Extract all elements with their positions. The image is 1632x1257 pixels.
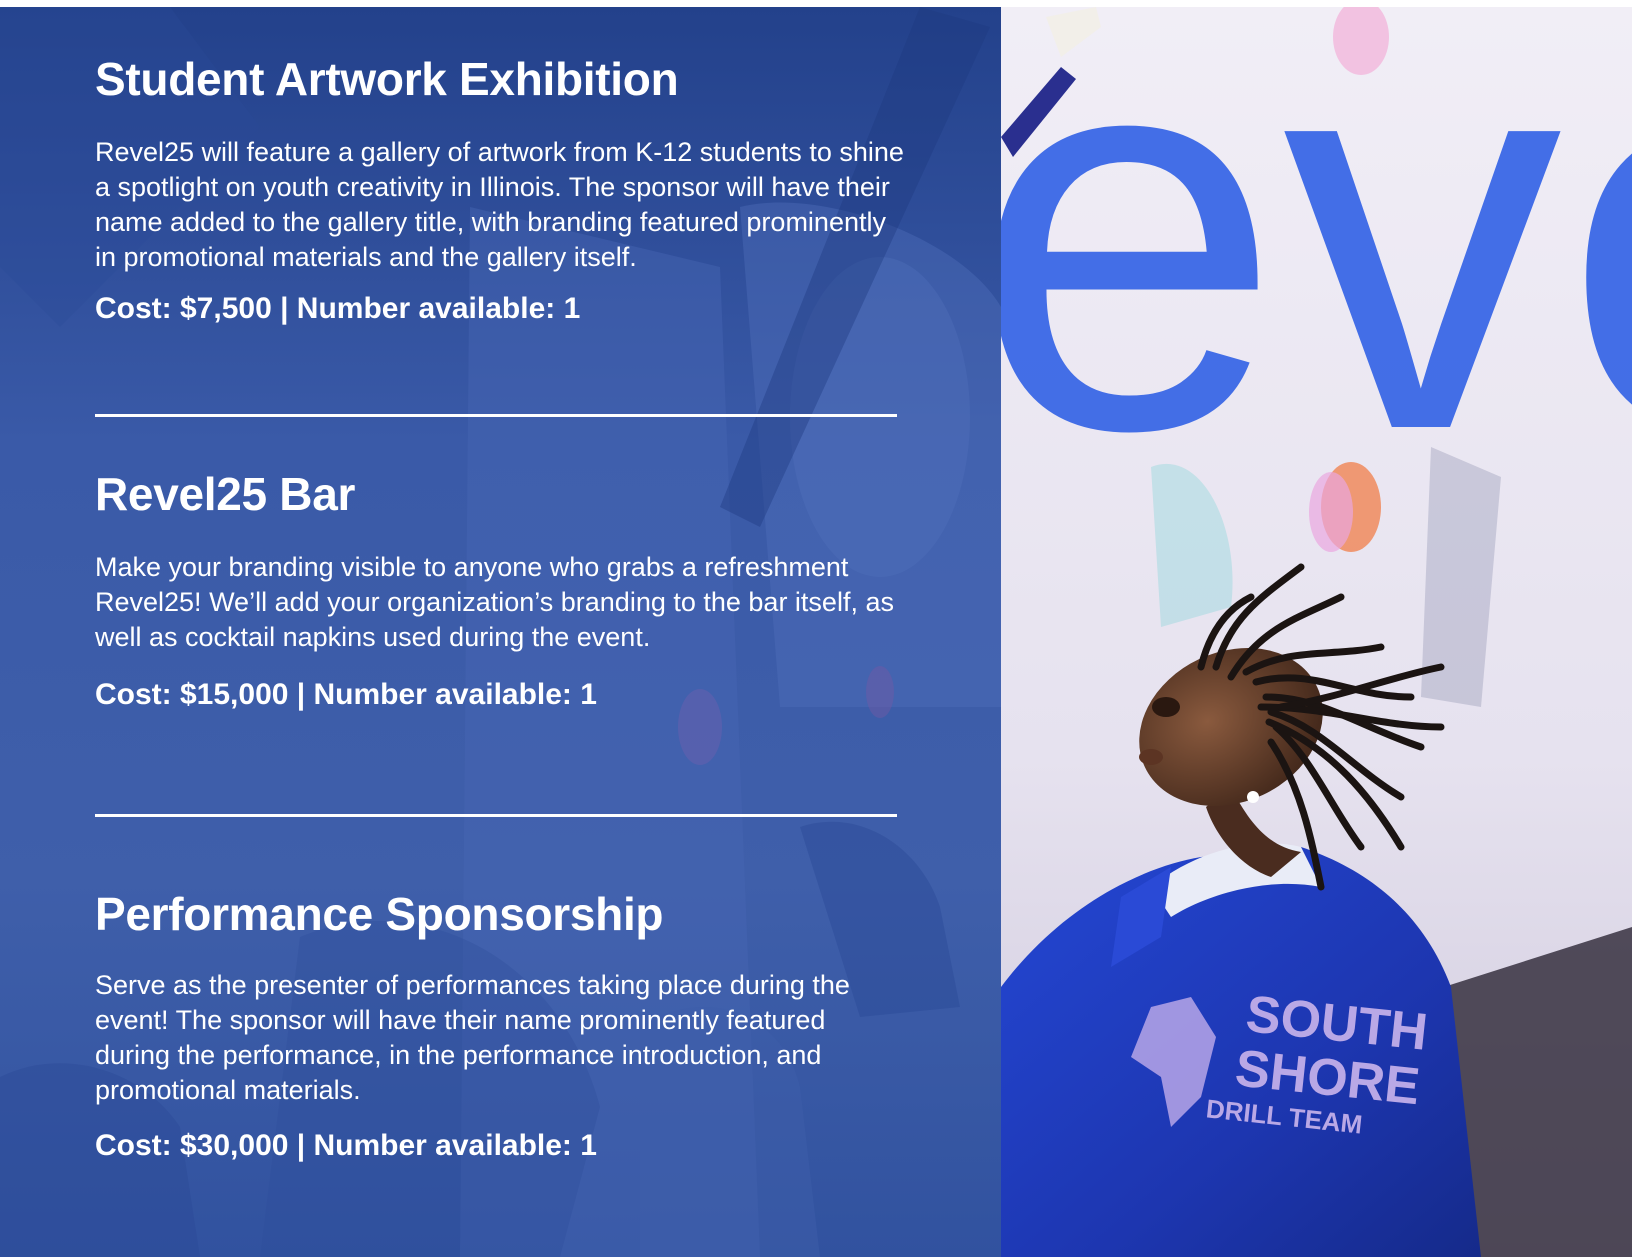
section-description: Make your branding visible to anyone who… — [95, 552, 894, 652]
backdrop-lettering: eve — [1001, 7, 1632, 546]
event-photo: eve SOUTH SHORE DRILL TEAM — [1001, 7, 1632, 1257]
sponsorship-panel: Student Artwork Exhibition Revel25 will … — [0, 7, 1001, 1257]
section-title: Student Artwork Exhibition — [95, 53, 679, 105]
section-divider — [95, 814, 897, 817]
sponsorship-item-performance: Performance Sponsorship Serve as the pre… — [95, 888, 905, 1164]
sponsorship-item-revel25-bar: Revel25 Bar Make your branding visible t… — [95, 468, 905, 713]
section-divider — [95, 414, 897, 417]
performer-photo-illustration: eve SOUTH SHORE DRILL TEAM — [1001, 7, 1632, 1257]
sponsorship-item-student-artwork: Student Artwork Exhibition Revel25 will … — [95, 53, 905, 327]
section-title: Performance Sponsorship — [95, 888, 664, 940]
section-description: Revel25 will feature a gallery of artwor… — [95, 137, 904, 272]
section-title: Revel25 Bar — [95, 468, 356, 520]
section-description: Serve as the presenter of performances t… — [95, 970, 850, 1105]
section-cost: Cost: $30,000 | Number available: 1 — [95, 1129, 597, 1162]
earring-icon — [1247, 791, 1259, 803]
sponsorship-page: Student Artwork Exhibition Revel25 will … — [0, 0, 1632, 1257]
section-cost: Cost: $7,500 | Number available: 1 — [95, 292, 581, 325]
section-cost: Cost: $15,000 | Number available: 1 — [95, 678, 597, 711]
